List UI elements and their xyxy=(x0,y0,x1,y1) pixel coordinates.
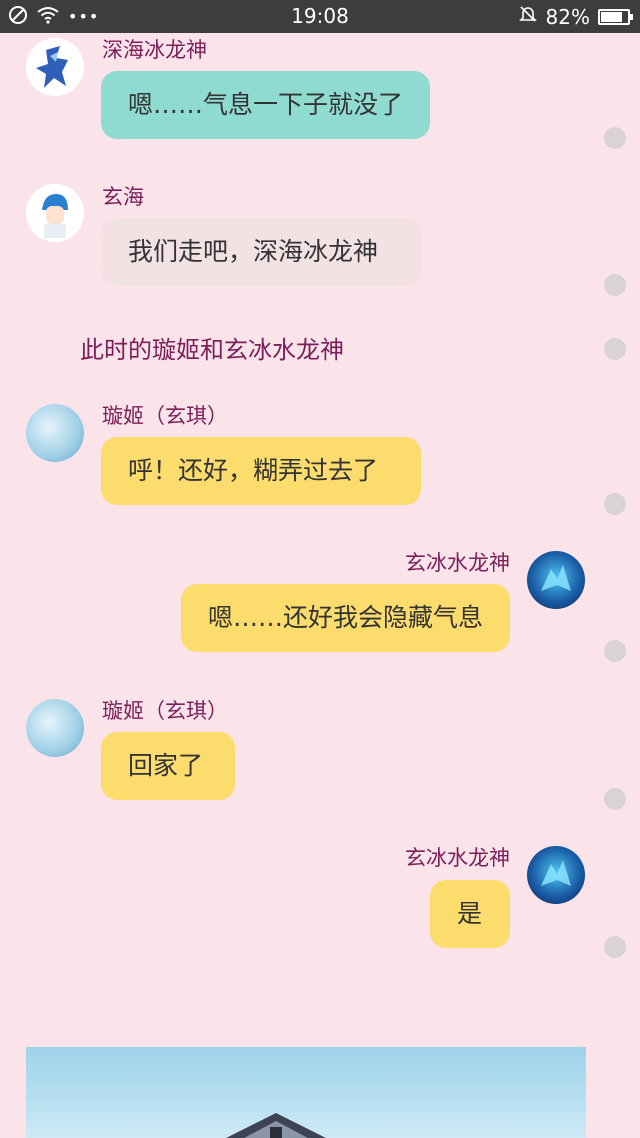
avatar-xuanhai[interactable] xyxy=(26,184,84,242)
battery-percent: 82% xyxy=(545,4,590,29)
select-dot[interactable] xyxy=(604,936,626,958)
avatar-deep-sea-dragon[interactable] xyxy=(26,38,84,96)
status-bar: ••• 19:08 82% xyxy=(0,0,640,33)
message-bubble[interactable]: 嗯……气息一下子就没了 xyxy=(101,71,430,139)
select-dot[interactable] xyxy=(604,788,626,810)
sender-name: 璇姬（玄琪） xyxy=(102,699,228,723)
avatar-xuanji[interactable] xyxy=(26,404,84,462)
sender-name: 玄冰水龙神 xyxy=(405,551,510,575)
attached-image[interactable] xyxy=(26,1047,586,1138)
avatar-ice-water-dragon[interactable] xyxy=(527,846,585,904)
select-dot[interactable] xyxy=(604,274,626,296)
message-bubble[interactable]: 呼！还好，糊弄过去了 xyxy=(101,437,421,505)
avatar-xuanji[interactable] xyxy=(26,699,84,757)
message-bubble[interactable]: 我们走吧，深海冰龙神 xyxy=(101,218,421,286)
sender-name: 璇姬（玄琪） xyxy=(102,404,228,428)
sender-name: 玄冰水龙神 xyxy=(405,846,510,870)
message-bubble[interactable]: 是 xyxy=(430,880,510,948)
mute-bell-icon xyxy=(518,4,538,29)
select-dot[interactable] xyxy=(604,127,626,149)
select-dot[interactable] xyxy=(604,493,626,515)
narration-text: 此时的璇姬和玄冰水龙神 xyxy=(80,336,344,364)
avatar-ice-water-dragon[interactable] xyxy=(527,551,585,609)
sender-name: 玄海 xyxy=(102,185,144,209)
message-bubble[interactable]: 嗯……还好我会隐藏气息 xyxy=(181,584,510,652)
sender-name: 深海冰龙神 xyxy=(102,38,207,62)
message-bubble[interactable]: 回家了 xyxy=(101,732,235,800)
select-dot[interactable] xyxy=(604,640,626,662)
battery-icon xyxy=(598,8,633,25)
select-dot[interactable] xyxy=(604,338,626,360)
